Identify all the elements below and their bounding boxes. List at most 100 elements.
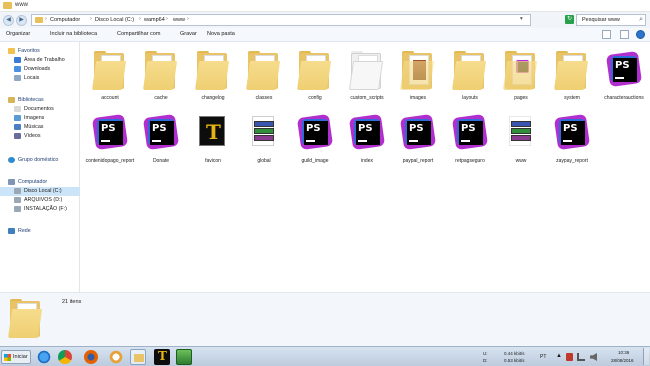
paint-icon[interactable] [176,349,192,365]
include-library-button[interactable]: Incluir na biblioteca [50,31,97,37]
view-options-icon[interactable] [602,30,611,39]
preview-pane-icon[interactable] [620,30,629,39]
show-hidden-icons-icon[interactable]: ▲ [556,353,562,359]
chevron-right-icon[interactable]: › [166,16,168,22]
breadcrumb-www[interactable]: www [173,17,185,23]
sidebar-item-videos[interactable]: Vídeos [0,132,80,141]
share-button[interactable]: Compartilhar com [117,31,160,37]
address-bar-row: ◀ ▶ › Computador › Disco Local (C:) › wa… [0,12,650,28]
chevron-right-icon[interactable]: › [45,16,47,22]
sidebar-item-label: Downloads [24,66,51,72]
file-item[interactable]: PS retpagseguro [446,108,494,174]
file-item[interactable]: config [291,45,339,111]
sidebar-item-desktop[interactable]: Área de Trabalho [0,56,80,65]
net-down-label: D: [483,358,488,363]
search-placeholder: Pesquisar www [582,17,620,23]
file-item[interactable]: classes [240,45,288,111]
file-item[interactable]: custom_scripts [343,45,391,111]
show-desktop-button[interactable] [643,348,649,365]
sidebar-item-label: Favoritos [18,48,40,54]
file-item[interactable]: PS guild_image [291,108,339,174]
sidebar-item-homegroup[interactable]: Grupo doméstico [0,156,80,165]
file-item[interactable]: PS zaypay_report [548,108,596,174]
new-folder-button[interactable]: Nova pasta [207,31,235,37]
volume-icon[interactable] [590,353,597,361]
search-icon[interactable]: ⌕ [639,16,643,24]
sidebar-item-disco-local[interactable]: Disco Local (C:) [0,187,80,196]
explorer-taskbar-button[interactable] [130,349,146,365]
file-name: favicon [205,158,221,164]
internet-explorer-icon[interactable] [36,349,52,365]
file-item[interactable]: global [240,108,288,174]
file-item[interactable]: PS contenidopago_report [86,108,134,174]
sidebar-item-documentos[interactable]: Documentos [0,105,80,114]
file-item[interactable]: images [394,45,442,111]
tibia-icon[interactable]: T [154,349,170,365]
sidebar-item-downloads[interactable]: Downloads [0,65,80,74]
search-input[interactable]: Pesquisar www ⌕ [576,14,646,26]
file-name: global [257,158,271,164]
sidebar-item-imagens[interactable]: Imagens [0,114,80,123]
sidebar-item-computador[interactable]: Computador [0,178,80,187]
folder-icon [554,49,590,91]
firefox-icon[interactable] [84,350,98,364]
file-item[interactable]: changelog [189,45,237,111]
breadcrumb-wamp64[interactable]: wamp64 [144,17,165,23]
clock-date[interactable]: 28/08/2016 [611,358,634,363]
computer-icon [8,179,15,185]
back-icon[interactable]: ◀ [3,15,14,26]
file-item[interactable]: account [86,45,134,111]
chevron-down-icon[interactable]: ▾ [520,16,523,22]
file-item[interactable]: PS Donate [137,108,185,174]
file-item[interactable]: cache [137,45,185,111]
sidebar-item-label: Rede [18,228,31,234]
file-item[interactable]: PS index [343,108,391,174]
net-up-label: U: [483,351,488,356]
music-icon [14,124,21,130]
phpstorm-file-icon: PS [296,112,334,154]
sidebar-item-label: Imagens [24,115,45,121]
file-name: contenidopago_report [85,158,135,164]
sidebar-item-arquivos[interactable]: ARQUIVOS (D:) [0,196,80,205]
refresh-icon[interactable]: ↻ [565,15,574,24]
network-tray-icon[interactable] [577,353,585,361]
chevron-right-icon[interactable]: › [90,16,92,22]
file-name: cache [154,95,168,101]
clock-time[interactable]: 10:36 [618,350,629,355]
file-item[interactable]: layouts [446,45,494,111]
help-icon[interactable] [636,30,645,39]
folder-icon [134,354,144,362]
start-button[interactable]: Iniciar [1,350,31,364]
chevron-right-icon[interactable]: › [187,16,189,22]
breadcrumb-computer[interactable]: Computador [50,17,80,23]
file-item[interactable]: www [497,108,545,174]
sidebar-item-musicas[interactable]: Músicas [0,123,80,132]
sidebar-item-bibliotecas[interactable]: Bibliotecas [0,96,80,105]
chrome-icon[interactable] [58,350,72,364]
sidebar-item-label: Bibliotecas [18,97,44,103]
file-item[interactable]: PS characterauctions [600,45,648,111]
net-up-value: 0.44 kbit/s [504,351,525,356]
breadcrumb-disco-local[interactable]: Disco Local (C:) [95,17,134,23]
language-indicator[interactable]: PT [540,354,546,360]
file-name: paypal_report [402,158,434,164]
security-tray-icon[interactable] [566,353,573,361]
sidebar-item-instalacao[interactable]: INSTALAÇÃO (F:) [0,205,80,214]
documents-icon [14,106,21,112]
file-item[interactable]: system [548,45,596,111]
sidebar-item-favoritos[interactable]: Favoritos [0,47,80,56]
forward-icon[interactable]: ▶ [16,15,27,26]
address-field[interactable]: › Computador › Disco Local (C:) › wamp64… [31,14,531,26]
sidebar-item-label: Grupo doméstico [18,157,59,163]
chevron-right-icon[interactable]: › [139,16,141,22]
sidebar-item-locais[interactable]: Locais [0,74,80,83]
burn-button[interactable]: Gravar [180,31,197,37]
app-icon[interactable] [108,349,124,365]
sidebar-item-rede[interactable]: Rede [0,227,80,236]
star-icon [8,48,15,54]
file-item[interactable]: T favicon [189,108,237,174]
file-name: system [564,95,580,101]
file-item[interactable]: PS paypal_report [394,108,442,174]
file-item[interactable]: pages [497,45,545,111]
organize-button[interactable]: Organizar [6,31,30,37]
